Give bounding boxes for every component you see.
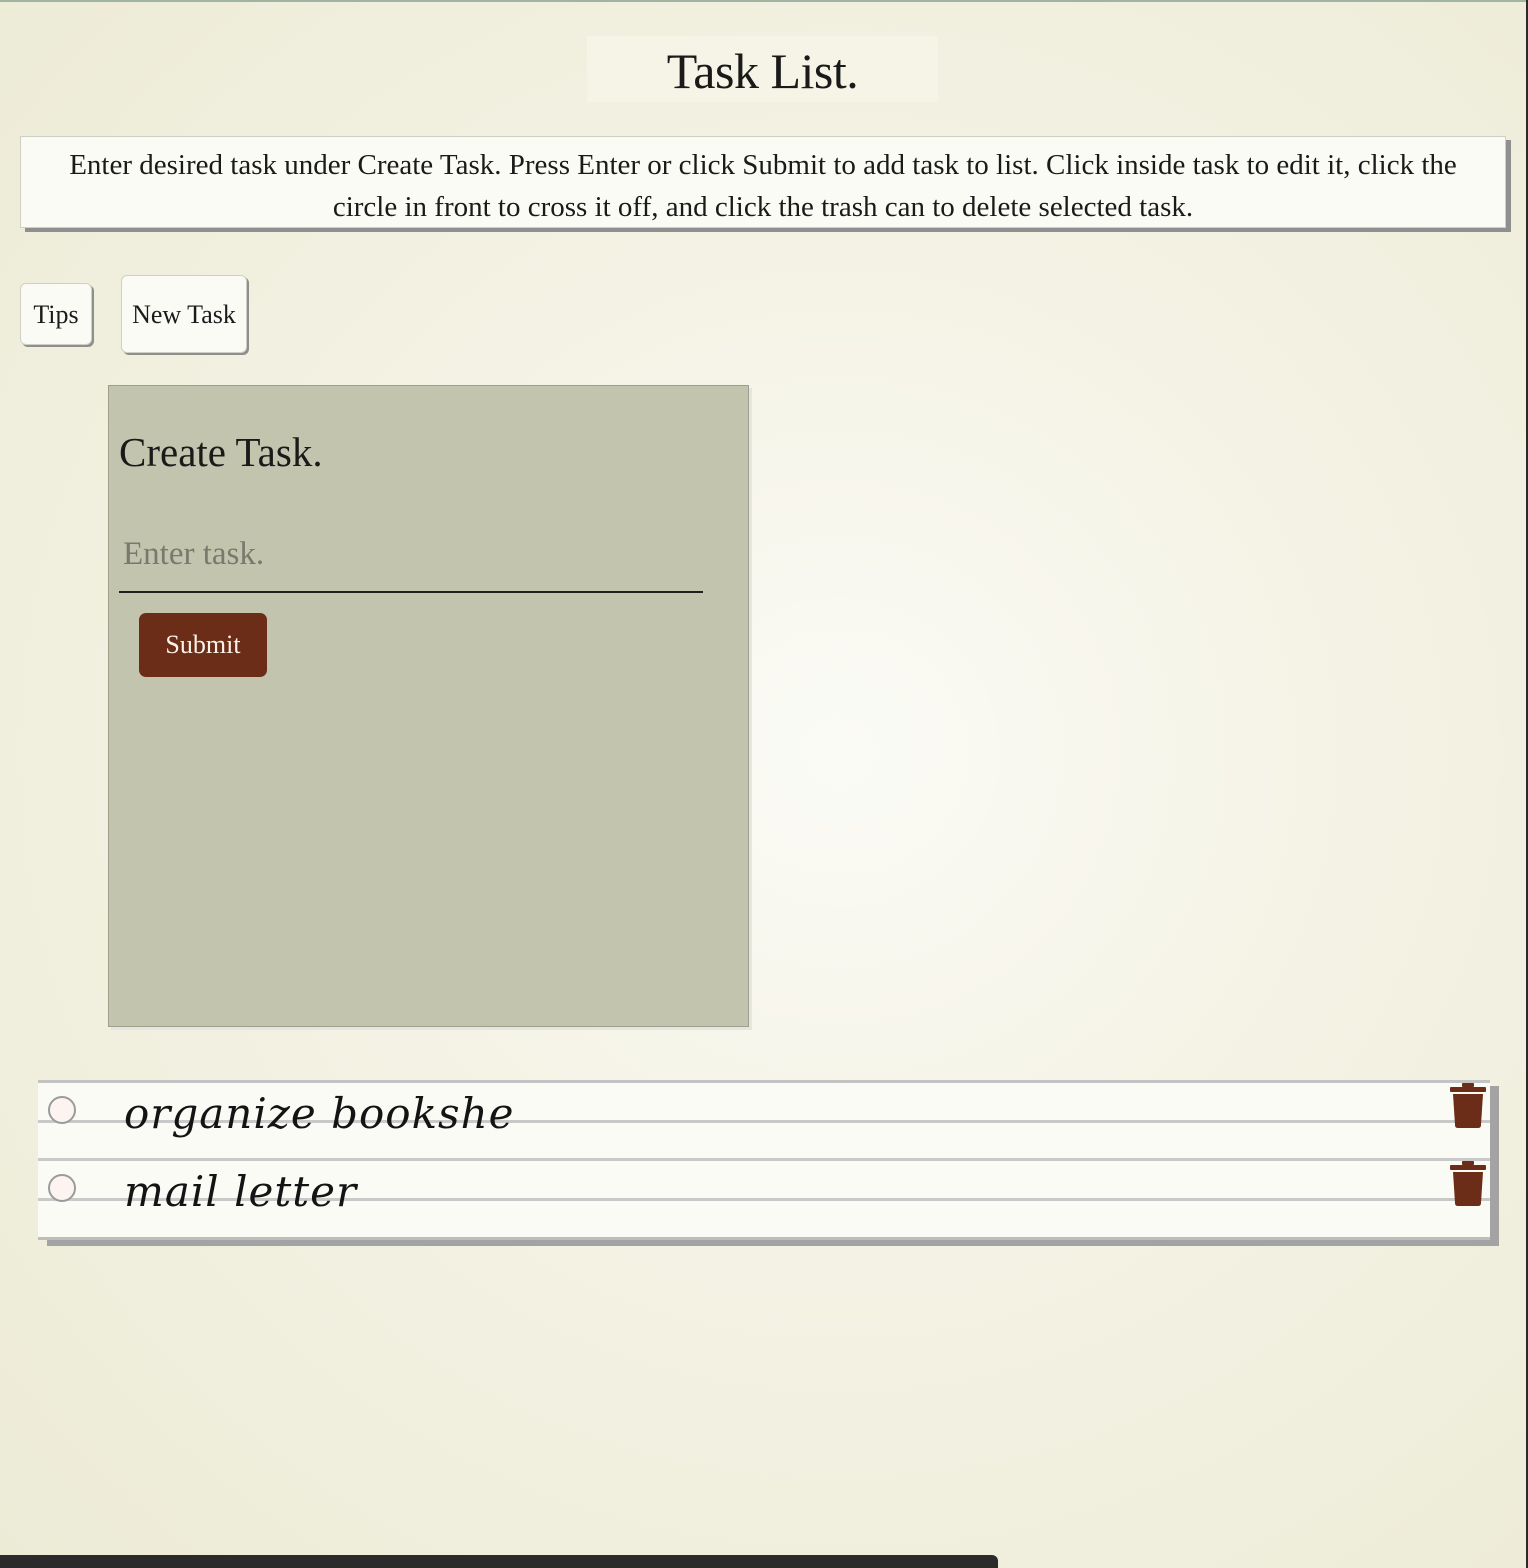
task-item: organize bookshe [38,1083,1490,1161]
task-input[interactable] [119,518,703,593]
instructions-text: Enter desired task under Create Task. Pr… [20,136,1506,228]
create-task-heading: Create Task. [119,429,323,475]
bottom-scrollbar[interactable] [0,1555,998,1568]
trash-icon[interactable] [1450,1161,1486,1207]
task-complete-circle[interactable] [48,1096,76,1124]
tips-button[interactable]: Tips [20,283,92,345]
page-title: Task List. [587,36,938,102]
task-complete-circle[interactable] [48,1174,76,1202]
trash-icon[interactable] [1450,1083,1486,1129]
task-item: mail letter [38,1161,1490,1239]
task-text[interactable]: mail letter [124,1161,357,1223]
new-task-button[interactable]: New Task [121,275,247,353]
task-text[interactable]: organize bookshe [124,1083,514,1145]
submit-button[interactable]: Submit [139,613,267,677]
create-task-panel: Create Task. Submit [108,385,749,1027]
window-top-edge [0,0,1528,2]
task-list: organize bookshe mail letter [38,1080,1490,1240]
